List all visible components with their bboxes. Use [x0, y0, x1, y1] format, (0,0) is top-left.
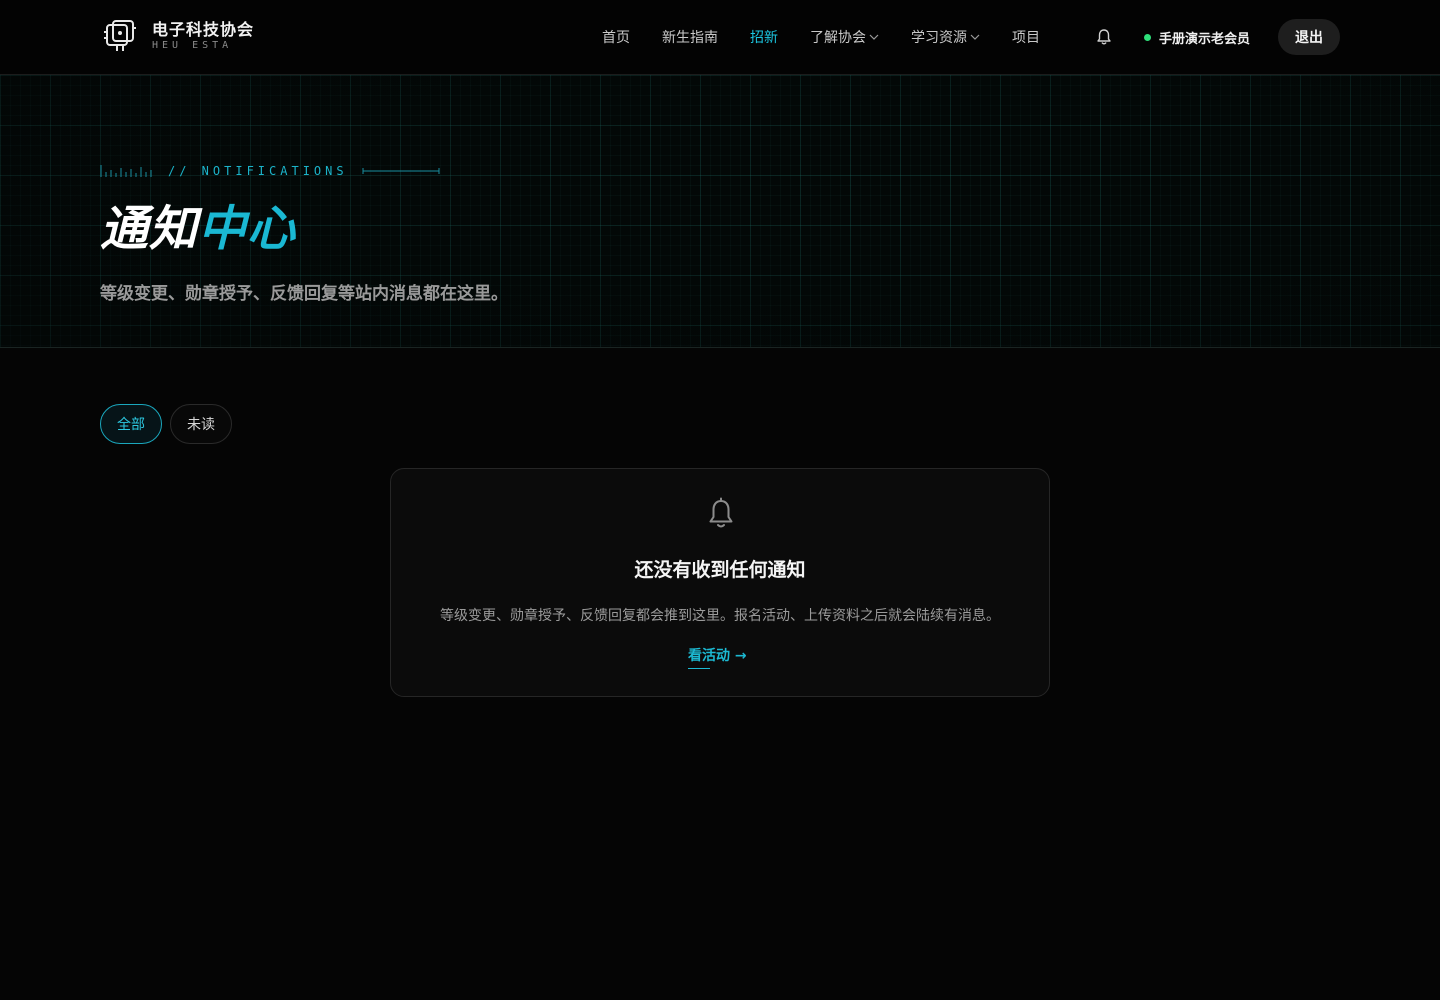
- hero-banner: // NOTIFICATIONS 通知中心 等级变更、勋章授予、反馈回复等站内消…: [0, 75, 1440, 348]
- logout-button[interactable]: 退出: [1278, 19, 1340, 55]
- main-nav: 首页 新生指南 招新 了解协会 学习资源 项目: [602, 26, 1072, 48]
- brand-subtitle: HEU ESTA: [152, 40, 233, 51]
- nav-item-freshman-guide[interactable]: 新生指南: [662, 27, 718, 47]
- nav-item-projects[interactable]: 项目: [1012, 27, 1040, 47]
- nav-item-label: 新生指南: [662, 30, 718, 46]
- page-subtitle: 等级变更、勋章授予、反馈回复等站内消息都在这里。: [100, 284, 508, 304]
- page-title-part1: 通知: [100, 201, 199, 257]
- nav-item-label: 首页: [602, 30, 630, 46]
- nav-item-home[interactable]: 首页: [602, 27, 630, 47]
- nav-item-resources[interactable]: 学习资源: [911, 27, 980, 47]
- chevron-down-icon: [869, 34, 879, 40]
- online-status-dot: [1144, 33, 1151, 41]
- nav-item-label: 了解协会: [810, 30, 866, 46]
- nav-item-about[interactable]: 了解协会: [810, 27, 879, 47]
- notification-filter-tabs: 全部 未读: [100, 404, 240, 444]
- brand-logo-icon: [104, 20, 136, 51]
- page-title-part2: 中心: [198, 201, 297, 257]
- brand-name: 电子科技协会: [152, 20, 255, 39]
- user-menu[interactable]: 手册演示老会员: [1144, 27, 1250, 47]
- bell-icon: [709, 497, 733, 528]
- signal-ticks-icon: [100, 165, 152, 177]
- bell-icon[interactable]: [1094, 27, 1114, 47]
- hero-eyebrow-text: // NOTIFICATIONS: [168, 164, 348, 178]
- eyebrow-divider: [362, 168, 440, 174]
- empty-state-title: 还没有收到任何通知: [634, 559, 806, 581]
- empty-state-card: 还没有收到任何通知 等级变更、勋章授予、反馈回复都会推到这里。报名活动、上传资料…: [390, 468, 1050, 697]
- nav-item-label: 招新: [750, 30, 778, 46]
- top-navbar: 电子科技协会 HEU ESTA 首页 新生指南 招新 了解协会 学习资源 项目: [0, 0, 1440, 75]
- link-underline: [688, 668, 710, 669]
- hero-eyebrow: // NOTIFICATIONS: [100, 163, 440, 179]
- tab-all[interactable]: 全部: [100, 404, 162, 444]
- user-name: 手册演示老会员: [1159, 31, 1251, 47]
- nav-item-recruitment[interactable]: 招新: [750, 27, 778, 47]
- page-title: 通知中心: [100, 197, 296, 261]
- view-activities-link[interactable]: 看活动 →: [688, 645, 747, 665]
- chevron-down-icon: [970, 34, 980, 40]
- nav-item-label: 项目: [1012, 30, 1040, 46]
- brand[interactable]: 电子科技协会 HEU ESTA: [102, 18, 254, 54]
- empty-state-description: 等级变更、勋章授予、反馈回复都会推到这里。报名活动、上传资料之后就会陆续有消息。: [440, 608, 1000, 624]
- tab-unread[interactable]: 未读: [170, 404, 232, 444]
- nav-item-label: 学习资源: [911, 30, 967, 46]
